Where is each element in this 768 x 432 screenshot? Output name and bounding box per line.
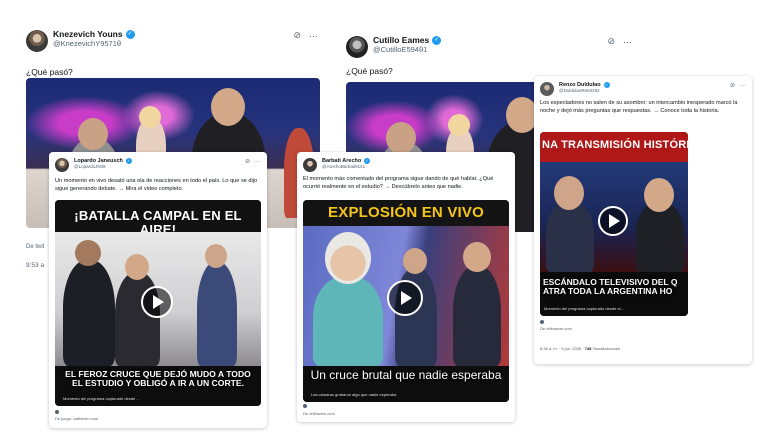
tweet-text: El momento más comentado del programa si… (303, 176, 494, 190)
source-icon (303, 404, 307, 408)
person-head (139, 106, 161, 128)
tweet-renzo[interactable]: Renzo Duldulao ✓ @DuldulaoRe63282 ⊘ ··· … (534, 76, 752, 364)
person-head (205, 244, 227, 268)
play-icon[interactable] (141, 286, 173, 318)
person (453, 266, 501, 366)
avatar[interactable] (26, 30, 48, 52)
views-label: Visualizaciones (592, 346, 621, 351)
view-count: 745 (584, 346, 592, 351)
tweet-media[interactable]: EXPLOSIÓN EN VIVO Un cruce brutal que na… (303, 200, 509, 402)
tweet-source[interactable]: De vbflowers.com (540, 326, 572, 331)
video-credit: Momento del programa capturado desde ... (63, 396, 140, 401)
tweet-barbati[interactable]: Barbati Arecho ✓ @ArechoBarbati9141 El m… (297, 152, 515, 422)
tweet-text: Un momento en vivo desató una ola de rea… (55, 178, 258, 192)
collage-canvas: Knezevich Youns ✓ @KnezevichY9571θ ⊘ ···… (0, 0, 768, 432)
verified-icon: ✓ (432, 36, 442, 46)
grok-icon[interactable]: ⊘ (293, 30, 301, 41)
tweet-text: ¿Qué pasó? (346, 66, 393, 76)
verified-icon: ✓ (364, 158, 371, 165)
video-caption: Un cruce brutal que nadie esperaba (310, 368, 502, 382)
person (197, 262, 237, 366)
tweet-media[interactable]: ¡BATALLA CAMPAL EN EL AIRE! EL FEROZ CRU… (55, 200, 261, 406)
person-head (403, 248, 427, 274)
person-head (125, 254, 149, 280)
person-head (325, 232, 371, 284)
source-icon (55, 410, 59, 414)
video-headline: EXPLOSIÓN EN VIVO (328, 204, 484, 221)
tweet-text: ¿Qué pasó? (26, 67, 73, 77)
tweet-source[interactable]: De juego: caliberen.com (55, 416, 98, 421)
tweet-lopardo[interactable]: Lopardo Janeusch ✓ @LopardoJN49 ⊘ ··· Un… (49, 152, 267, 428)
grok-icon[interactable]: ⊘ (607, 36, 615, 47)
more-icon[interactable]: ··· (623, 37, 632, 47)
video-credit: Las cámaras grabaron algo que nadie espe… (311, 392, 397, 397)
verified-icon: ✓ (125, 158, 132, 165)
person (636, 202, 684, 272)
person-head (75, 240, 101, 266)
video-headline: NA TRANSMISIÓN HISTÓRIC (542, 139, 688, 151)
video-caption: EL FEROZ CRUCE QUE DEJÓ MUDO A TODO EL E… (65, 369, 251, 389)
more-icon[interactable]: ··· (309, 31, 318, 41)
avatar[interactable] (55, 158, 69, 172)
grok-icon[interactable]: ⊘ (730, 82, 735, 89)
author-handle[interactable]: @ArechoBarbati9141 (322, 164, 370, 169)
person (63, 260, 115, 366)
person-head (211, 88, 245, 126)
video-caption: ESCÁNDALO TELEVISIVO DEL Q ATRA TODA LA … (543, 277, 678, 297)
more-icon[interactable]: ··· (740, 83, 746, 89)
tweet-time[interactable]: 8:35 a. m. · 5 jun. 2026 · (540, 346, 584, 351)
tweet-source[interactable]: De twit (26, 244, 44, 250)
person (313, 276, 383, 366)
avatar[interactable] (303, 158, 317, 172)
person-head (554, 176, 584, 210)
person-head (463, 242, 491, 272)
person-head (448, 114, 470, 136)
avatar[interactable] (346, 36, 368, 58)
person-head (644, 178, 674, 212)
author-handle[interactable]: @KnezevichY9571θ (53, 39, 135, 49)
author-handle[interactable]: @LopardoJN49 (74, 164, 132, 169)
author-handle[interactable]: @DuldulaoRe63282 (559, 88, 610, 93)
play-icon[interactable] (598, 206, 628, 236)
tweet-media[interactable]: NA TRANSMISIÓN HISTÓRIC ESCÁNDALO TELEVI… (540, 132, 688, 316)
source-icon (540, 320, 544, 324)
tweet-meta: 8:35 a. m. · 5 jun. 2026 · 745 Visualiza… (540, 346, 620, 351)
person-head (78, 118, 108, 150)
video-credit: Momento del programa capturado desde el.… (544, 306, 624, 311)
grok-icon[interactable]: ⊘ (245, 158, 250, 165)
tweet-text: Los espectadores no salen de su asombro:… (540, 100, 738, 114)
more-icon[interactable]: ··· (255, 159, 261, 165)
avatar[interactable] (540, 82, 554, 96)
person (546, 202, 594, 272)
play-icon[interactable] (387, 280, 423, 316)
person-head (386, 122, 416, 154)
tweet-source[interactable]: De vbflowers.com (303, 411, 335, 416)
author-handle[interactable]: @CutilloE594θ1 (373, 45, 441, 55)
verified-icon: ✓ (125, 30, 135, 40)
tweet-time[interactable]: 9:53 a (26, 262, 44, 269)
verified-icon: ✓ (603, 82, 610, 89)
